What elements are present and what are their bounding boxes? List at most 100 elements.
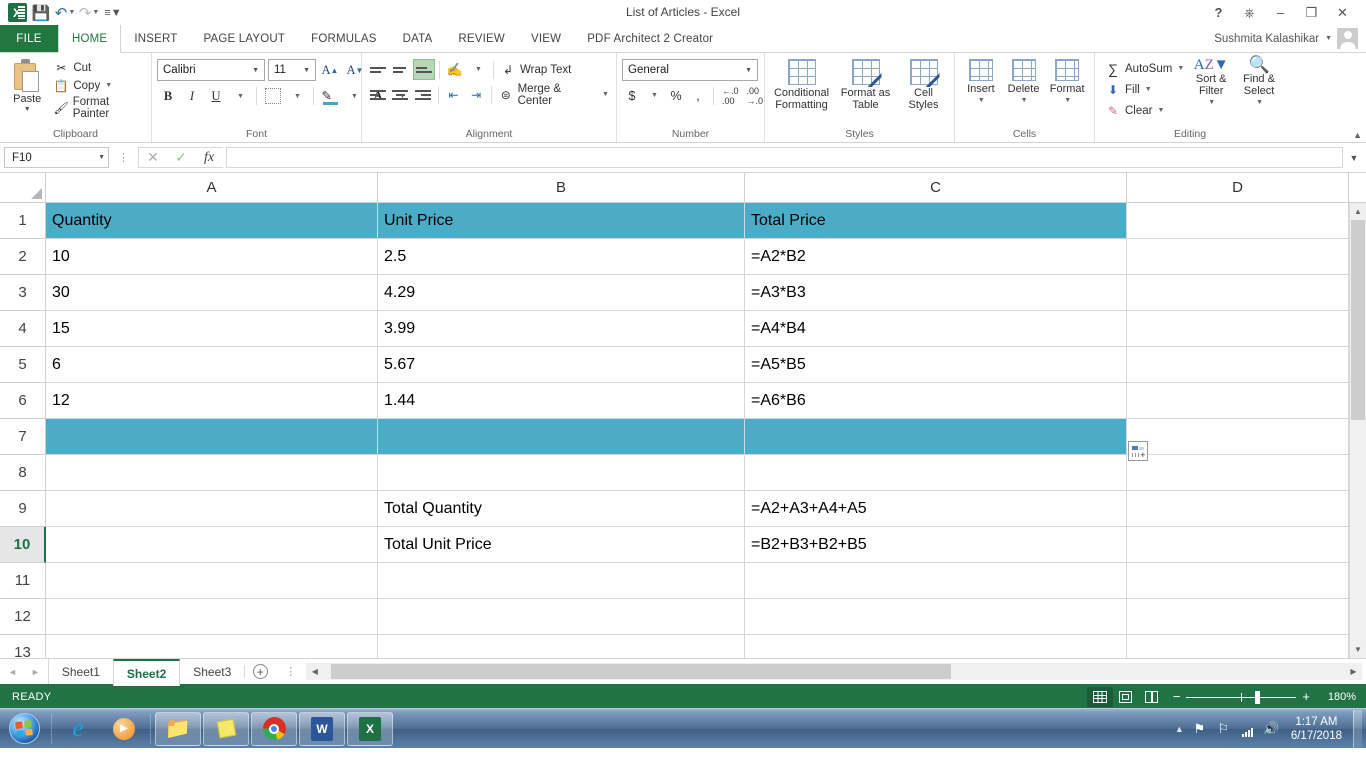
cell-D2[interactable] (1127, 239, 1349, 275)
clock[interactable]: 1:17 AM 6/17/2018 (1287, 715, 1346, 743)
vertical-scrollbar[interactable]: ▲ ▼ (1349, 203, 1366, 658)
taskbar-item-microsoft-word[interactable]: W (299, 711, 345, 746)
cell-B10[interactable]: Total Unit Price (378, 527, 745, 563)
underline-dropdown-icon[interactable]: ▼ (229, 85, 251, 107)
row-header-3[interactable]: 3 (0, 275, 46, 311)
underline-button[interactable]: U (205, 85, 227, 107)
user-account[interactable]: Sushmita Kalashikar ▼ (1214, 25, 1366, 52)
cell-D3[interactable] (1127, 275, 1349, 311)
tab-pdf-architect[interactable]: PDF Architect 2 Creator (574, 25, 726, 52)
cell-C8[interactable] (745, 455, 1127, 491)
cell-B8[interactable] (378, 455, 745, 491)
cancel-entry-button[interactable]: ✕ (139, 148, 167, 167)
tab-formulas[interactable]: FORMULAS (298, 25, 390, 52)
horizontal-scroll-thumb[interactable] (331, 664, 952, 679)
center-button[interactable] (390, 84, 412, 105)
cell-B7[interactable] (378, 419, 745, 455)
chevron-down-icon[interactable]: ▼ (1325, 35, 1332, 42)
cell-B4[interactable]: 3.99 (378, 311, 745, 347)
cell-C2[interactable]: =A2*B2 (745, 239, 1127, 275)
confirm-entry-button[interactable]: ✓ (167, 148, 195, 167)
redo-icon[interactable]: ↷ ▼ (78, 3, 100, 23)
row-header-5[interactable]: 5 (0, 347, 46, 383)
borders-dropdown-icon[interactable]: ▼ (286, 85, 308, 107)
italic-button[interactable]: I (181, 85, 203, 107)
decrease-decimal-button[interactable]: .00 →.0 (744, 85, 767, 106)
number-format-combo[interactable]: General ▼ (622, 59, 758, 81)
show-desktop-button[interactable] (1353, 709, 1362, 748)
sheet-resize-handle[interactable]: ⋮ (275, 665, 306, 678)
cell-C10[interactable]: =B2+B3+B2+B5 (745, 527, 1127, 563)
row-header-8[interactable]: 8 (0, 455, 46, 491)
taskbar-item-sticky-notes[interactable] (203, 711, 249, 746)
chevron-down-icon[interactable]: ▼ (978, 95, 985, 107)
cell-B5[interactable]: 5.67 (378, 347, 745, 383)
fill-button[interactable]: ⬇ Fill ▼ (1105, 80, 1184, 99)
sheet-tab-sheet3[interactable]: Sheet3 (180, 659, 244, 684)
cell-A10[interactable] (46, 527, 378, 563)
restore-button[interactable]: ❐ (1296, 2, 1327, 24)
scroll-right-button[interactable]: ▶ (1345, 663, 1362, 680)
view-page-layout-button[interactable] (1113, 687, 1139, 707)
ribbon-display-options-icon[interactable]: ⎈ (1234, 2, 1265, 24)
orientation-dropdown-icon[interactable]: ▼ (467, 59, 489, 80)
format-painter-button[interactable]: 🖌 Format Painter (53, 96, 146, 120)
collapse-ribbon-icon[interactable]: ▲ (1353, 130, 1362, 140)
cell-A11[interactable] (46, 563, 378, 599)
help-button[interactable]: ? (1203, 2, 1234, 24)
excel-app-icon[interactable]: X (6, 3, 28, 23)
cell-B11[interactable] (378, 563, 745, 599)
cell-B12[interactable] (378, 599, 745, 635)
customize-quick-access-icon[interactable]: ≡▼ (102, 3, 124, 23)
cell-B6[interactable]: 1.44 (378, 383, 745, 419)
row-header-9[interactable]: 9 (0, 491, 46, 527)
format-cells-button[interactable]: Format ▼ (1045, 57, 1089, 107)
taskbar-item-microsoft-excel[interactable]: X (347, 711, 393, 746)
vertical-scroll-track[interactable] (1350, 220, 1366, 641)
increase-indent-button[interactable]: ⇥ (465, 84, 487, 105)
action-center-icon[interactable]: ⚐ (1215, 720, 1232, 737)
minimize-button[interactable]: – (1265, 2, 1296, 24)
view-normal-button[interactable] (1086, 687, 1113, 707)
tab-page-layout[interactable]: PAGE LAYOUT (190, 25, 298, 52)
chevron-down-icon[interactable]: ▼ (1157, 107, 1164, 114)
sort-filter-button[interactable]: AZ▼ Sort & Filter ▼ (1190, 57, 1232, 109)
cell-C12[interactable] (745, 599, 1127, 635)
undo-icon[interactable]: ↶ ▼ (54, 3, 76, 23)
formula-input[interactable] (226, 147, 1343, 168)
paste-button[interactable]: Paste ▼ (5, 57, 49, 113)
show-hidden-icons-button[interactable]: ▲ (1175, 724, 1184, 734)
zoom-slider[interactable]: − + (1165, 690, 1318, 704)
cell-B2[interactable]: 2.5 (378, 239, 745, 275)
taskbar-item-file-explorer[interactable]: 📁 (155, 711, 201, 746)
sheet-tab-sheet1[interactable]: Sheet1 (49, 659, 113, 684)
cell-A5[interactable]: 6 (46, 347, 378, 383)
percent-style-button[interactable]: % (666, 85, 686, 106)
row-header-13[interactable]: 13 (0, 635, 46, 658)
zoom-level[interactable]: 180% (1318, 691, 1360, 703)
cell-styles-button[interactable]: Cell Styles (899, 57, 949, 111)
conditional-formatting-button[interactable]: Conditional Formatting (771, 57, 833, 111)
cell-D12[interactable] (1127, 599, 1349, 635)
cell-C11[interactable] (745, 563, 1127, 599)
row-header-12[interactable]: 12 (0, 599, 46, 635)
zoom-thumb[interactable] (1254, 690, 1260, 704)
cell-C3[interactable]: =A3*B3 (745, 275, 1127, 311)
horizontal-scrollbar[interactable]: ◀ ▶ (306, 663, 1362, 680)
cell-D8[interactable] (1127, 455, 1349, 491)
cell-D9[interactable] (1127, 491, 1349, 527)
chevron-down-icon[interactable]: ▼ (249, 67, 262, 74)
vertical-scroll-thumb[interactable] (1351, 220, 1365, 420)
cell-A3[interactable]: 30 (46, 275, 378, 311)
cell-D1[interactable] (1127, 203, 1349, 239)
chevron-down-icon[interactable]: ▼ (742, 67, 755, 74)
decrease-indent-button[interactable]: ⇤ (443, 84, 465, 105)
cell-B1[interactable]: Unit Price (378, 203, 745, 239)
chevron-down-icon[interactable]: ▼ (1256, 97, 1263, 109)
name-box[interactable]: F10 ▼ (4, 147, 109, 168)
font-name-combo[interactable]: Calibri ▼ (157, 59, 265, 81)
fill-color-button[interactable]: ✎ (319, 85, 341, 107)
merge-center-button[interactable]: ⊜ Merge & Center ▼ (496, 83, 611, 107)
chevron-down-icon[interactable]: ▼ (1177, 65, 1184, 72)
row-header-7[interactable]: 7 (0, 419, 46, 455)
